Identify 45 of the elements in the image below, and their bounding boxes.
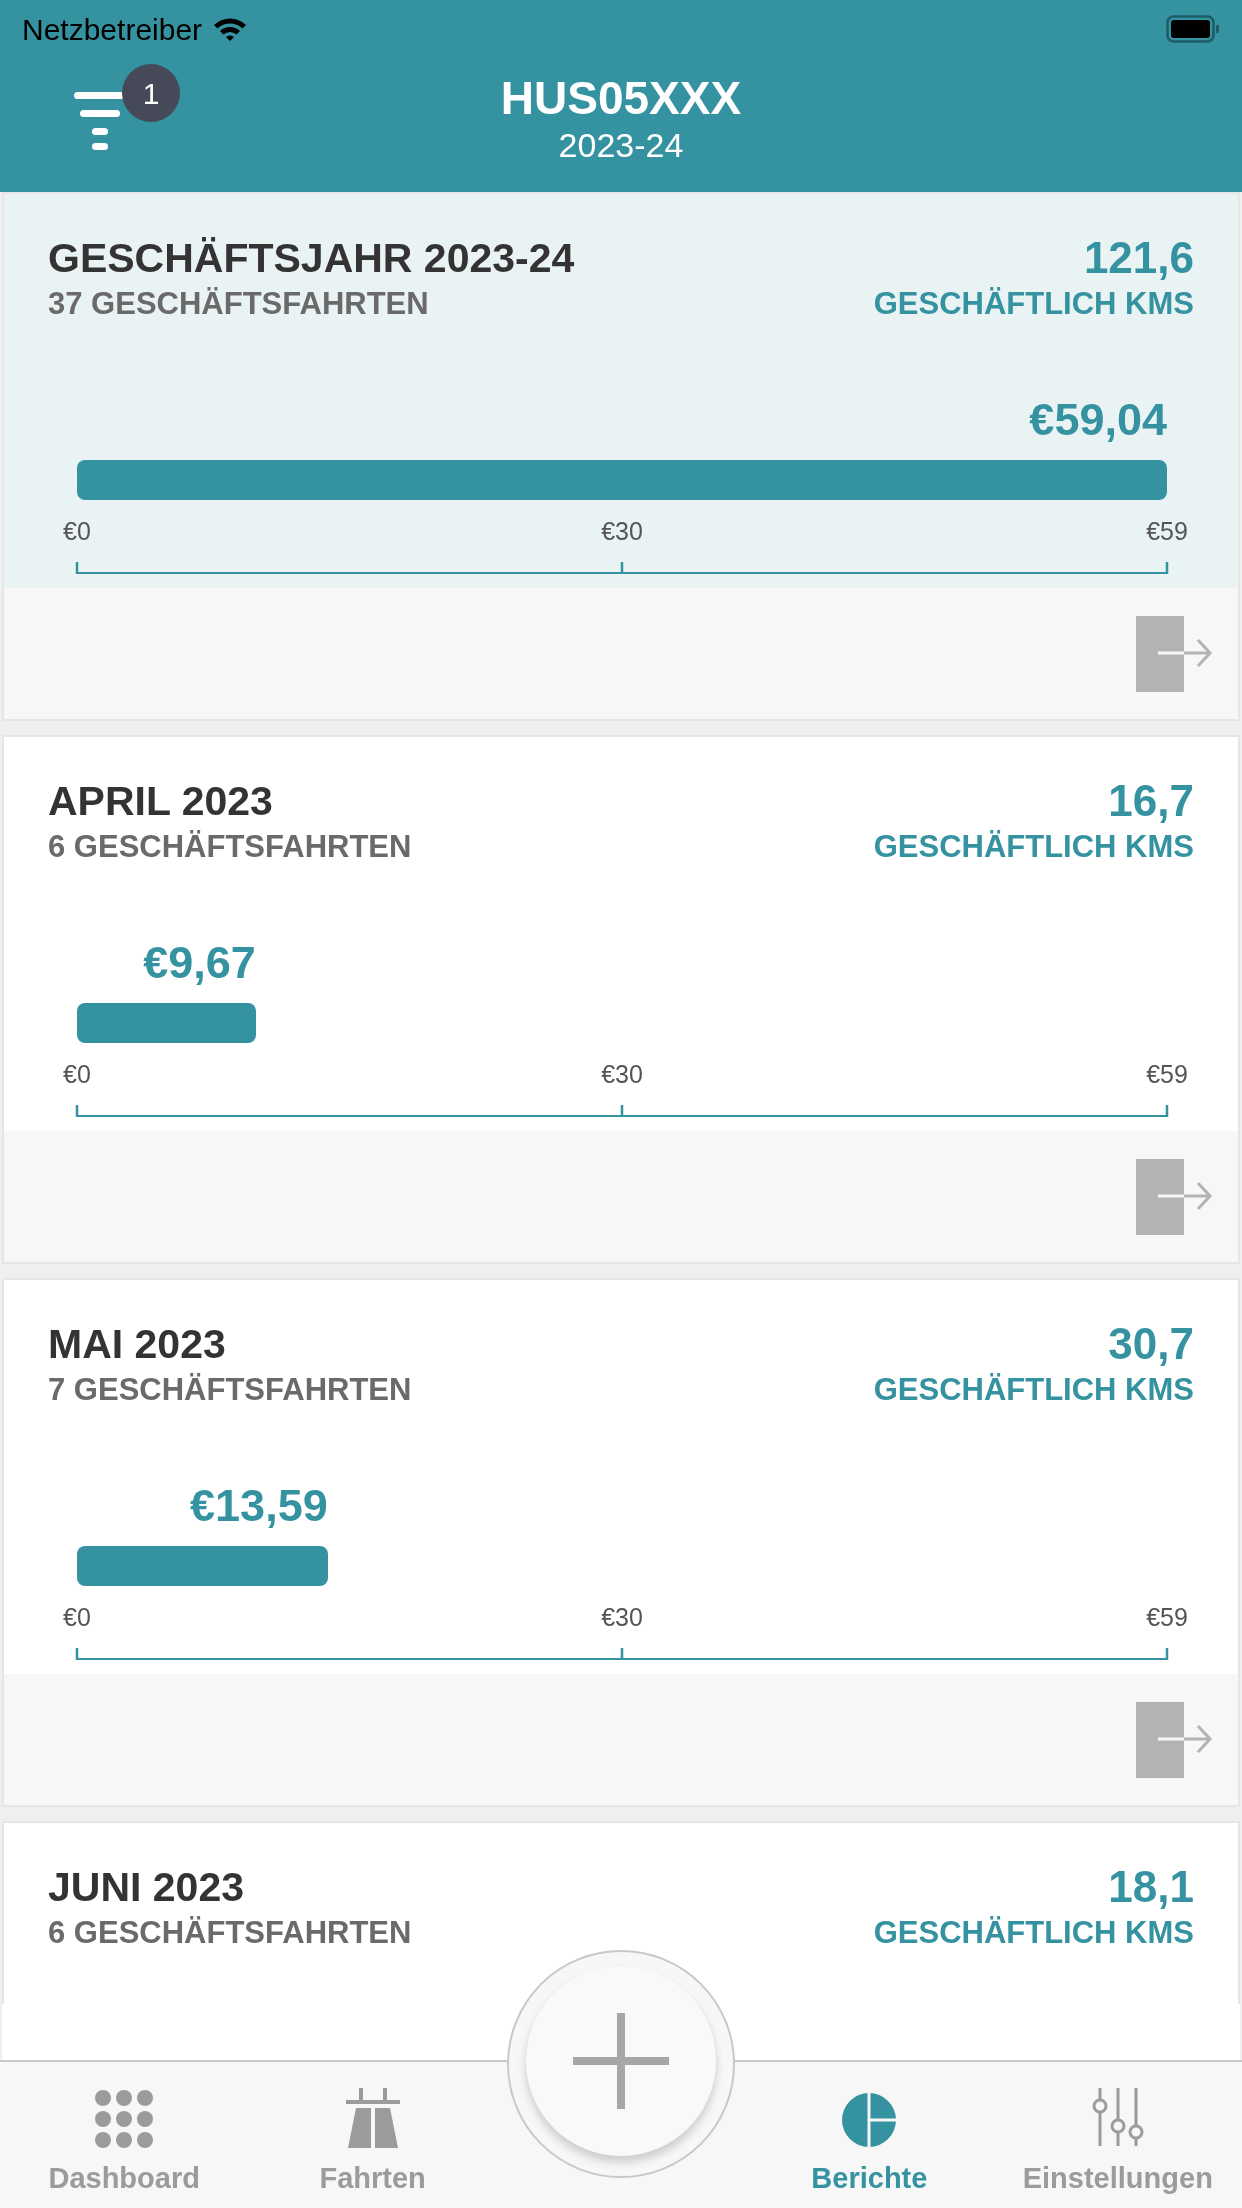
dot-grid-icon (95, 2090, 154, 2148)
scale-label: €0 (63, 1060, 91, 1088)
scale-label: €30 (601, 1603, 643, 1631)
trip-count: 6 GESCHÄFTSFAHRTEN (48, 1914, 412, 1952)
battery-icon (1166, 15, 1220, 43)
kms-value: 16,7 (1108, 775, 1194, 827)
amount-label: €59,04 (1029, 394, 1167, 446)
kms-label: GESCHÄFTLICH KMS (873, 285, 1194, 323)
report-card[interactable]: GESCHÄFTSJAHR 2023-24 37 GESCHÄFTSFAHRTEN 121,6 GESCHÄFTLICH KMS €59,04 €0 €30 €59 (2, 192, 1240, 721)
trip-count: 6 GESCHÄFTSFAHRTEN (48, 828, 412, 866)
period-title: GESCHÄFTSJAHR 2023-24 (48, 234, 575, 283)
report-card[interactable]: APRIL 2023 6 GESCHÄFTSFAHRTEN 16,7 GESCHÄFTLICH KMS €9,67 €0 €30 €59 (2, 735, 1240, 1264)
kms-value: 30,7 (1108, 1318, 1194, 1370)
export-icon[interactable] (1136, 1701, 1214, 1778)
scale-label: €0 (63, 517, 91, 545)
kms-value: 121,6 (1083, 232, 1194, 284)
period-title: JUNI 2023 (48, 1863, 245, 1912)
kms-label: GESCHÄFTLICH KMS (873, 828, 1194, 866)
scale-label: €30 (601, 1060, 643, 1088)
filter-count-badge: 1 (122, 64, 180, 122)
kms-label: GESCHÄFTLICH KMS (873, 1371, 1194, 1409)
plus-icon (572, 2013, 669, 2109)
export-icon[interactable] (1136, 1158, 1214, 1235)
scale-label: €59 (1146, 1603, 1188, 1631)
trip-count: 7 GESCHÄFTSFAHRTEN (48, 1371, 412, 1409)
road-icon (343, 2088, 402, 2148)
kms-value: 18,1 (1108, 1861, 1194, 1913)
scale-label: €59 (1146, 1060, 1188, 1088)
period-title: MAI 2023 (48, 1320, 227, 1369)
scale-label: €59 (1146, 517, 1188, 545)
kms-label: GESCHÄFTLICH KMS (873, 1914, 1194, 1952)
vehicle-title: HUS05XXX (500, 71, 742, 125)
amount-label: €9,67 (143, 937, 256, 989)
amount-label: €13,59 (190, 1480, 328, 1532)
year-subtitle: 2023-24 (558, 125, 684, 165)
trip-count: 37 GESCHÄFTSFAHRTEN (48, 285, 430, 323)
pie-chart-icon (841, 2092, 898, 2148)
period-title: APRIL 2023 (48, 777, 274, 826)
report-card[interactable]: JUNI 2023 6 GESCHÄFTSFAHRTEN 18,1 GESCHÄFTLICH KMS (2, 1821, 1240, 2004)
scale-label: €30 (601, 517, 643, 545)
filter-button[interactable]: 1 (72, 64, 182, 160)
scale-label: €0 (63, 1603, 91, 1631)
report-card[interactable]: MAI 2023 7 GESCHÄFTSFAHRTEN 30,7 GESCHÄFTLICH KMS €13,59 €0 €30 €59 (2, 1278, 1240, 1807)
carrier-name: Netzbetreiber (22, 11, 203, 48)
export-icon[interactable] (1136, 615, 1214, 692)
